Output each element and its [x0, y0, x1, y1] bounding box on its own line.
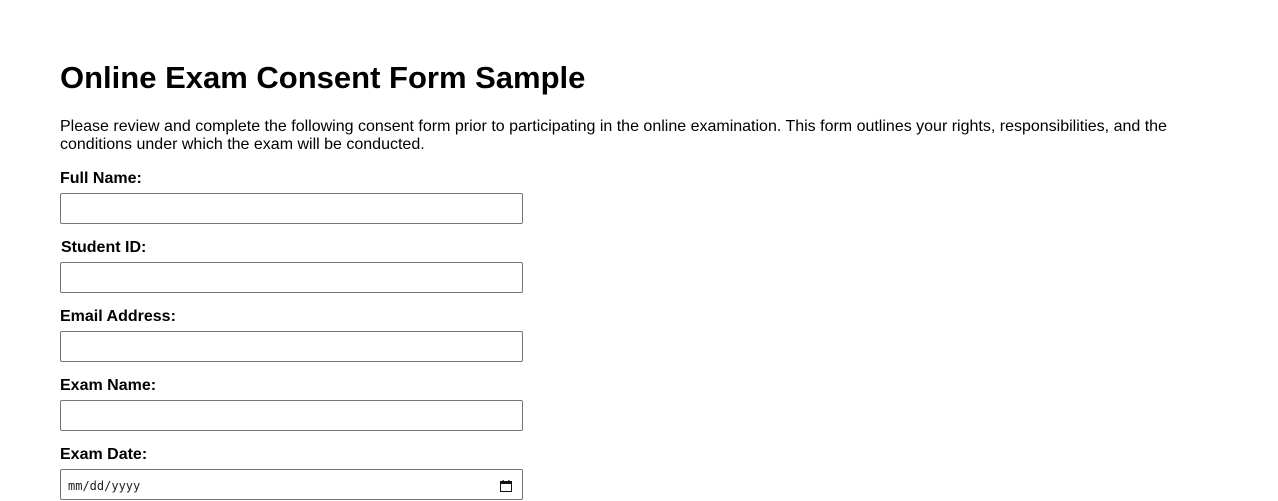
exam-date-label: Exam Date:	[60, 446, 148, 463]
email-address-label: Email Address:	[60, 308, 176, 325]
intro-text: Please review and complete the following…	[60, 118, 1167, 153]
page: Online Exam Consent Form Sample Please r…	[0, 0, 1278, 501]
exam-date-placeholder: mm/dd/yyyy	[68, 479, 141, 493]
full-name-field[interactable]	[60, 193, 523, 224]
calendar-icon[interactable]	[500, 479, 512, 492]
email-field[interactable]	[60, 331, 523, 362]
page-title: Online Exam Consent Form Sample	[60, 60, 586, 95]
student-id-field[interactable]	[60, 262, 523, 293]
exam-name-label: Exam Name:	[60, 377, 157, 394]
student-id-label: Student ID:	[61, 239, 147, 256]
exam-date-field[interactable]: mm/dd/yyyy	[60, 469, 523, 500]
full-name-label: Full Name:	[60, 170, 142, 187]
exam-name-field[interactable]	[60, 400, 523, 431]
